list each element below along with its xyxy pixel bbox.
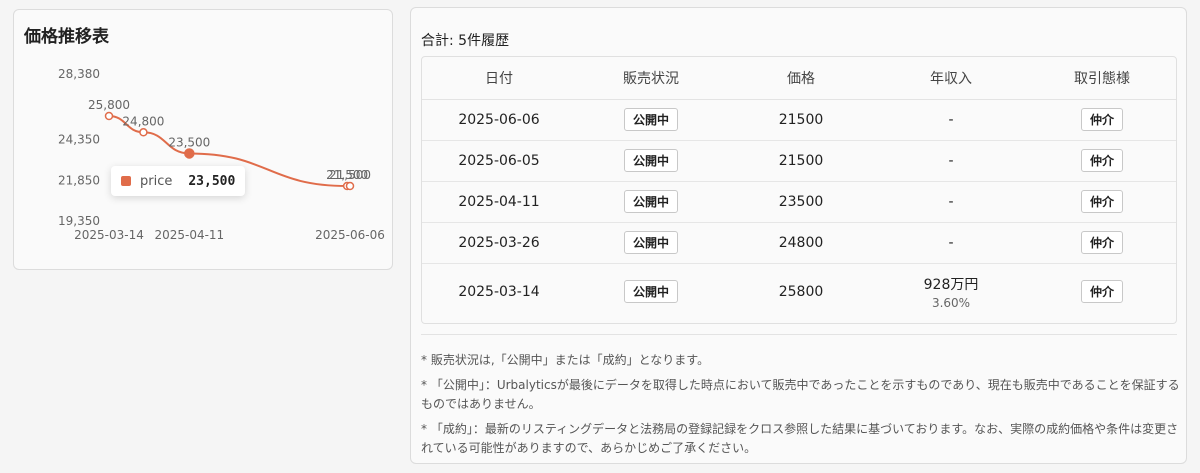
status-badge: 公開中 <box>623 149 678 172</box>
x-tick-label: 2025-03-14 <box>74 228 144 242</box>
row-price: 21500 <box>726 99 876 141</box>
data-point <box>139 128 148 137</box>
row-income: - <box>876 222 1026 264</box>
row-income: - <box>876 99 1026 141</box>
type-badge: 仲介 <box>1080 108 1123 131</box>
data-label: 21,500 <box>329 168 371 182</box>
type-badge: 仲介 <box>1080 280 1123 304</box>
row-income-yield: 3.60% <box>931 295 971 310</box>
table-row: 2025-03-26 公開中 24800 - 仲介 <box>422 222 1176 264</box>
row-income: - <box>876 181 1026 223</box>
table-row: 2025-06-05 公開中 21500 - 仲介 <box>422 140 1176 182</box>
data-label: 25,800 <box>88 98 130 112</box>
price-line-chart[interactable]: 28,380 24,350 21,850 19,3502025-03-14 2025-0… <box>14 10 394 271</box>
data-point <box>104 111 114 121</box>
data-point <box>345 181 355 191</box>
row-date: 2025-06-05 <box>422 140 576 182</box>
row-price: 23500 <box>726 181 876 223</box>
status-badge: 公開中 <box>623 231 678 254</box>
row-income: - <box>876 140 1026 182</box>
x-tick-label: 2025-04-11 <box>154 228 224 242</box>
data-label: 24,800 <box>122 114 164 128</box>
col-header-income[interactable]: 年収入 <box>876 57 1026 100</box>
row-income: 928万円 <box>923 276 979 293</box>
tooltip-value: 23,500 <box>188 173 236 189</box>
divider <box>421 334 1177 335</box>
y-tick-label: 19,350 <box>58 214 100 228</box>
row-date: 2025-03-26 <box>422 222 576 264</box>
data-point <box>184 148 195 159</box>
row-date: 2025-03-14 <box>458 283 540 300</box>
x-tick-label: 2025-06-06 <box>315 228 385 242</box>
table-row: 2025-04-11 公開中 23500 - 仲介 <box>422 181 1176 223</box>
price-history-card: 価格推移表 28,380 24,350 21,850 19,350 2025-03-14… <box>13 9 393 270</box>
row-price: 21500 <box>726 140 876 182</box>
table-row: 2025-06-06 公開中 21500 - 仲介 <box>422 99 1176 141</box>
col-header-price[interactable]: 価格 <box>726 57 876 100</box>
tooltip-swatch <box>121 176 131 186</box>
notes: * 販売状況は,「公開中」または「成約」となります。 * 「公開中」：Urbal… <box>421 351 1181 464</box>
note-status: * 販売状況は,「公開中」または「成約」となります。 <box>421 353 710 367</box>
status-badge: 公開中 <box>623 108 678 131</box>
type-badge: 仲介 <box>1080 231 1123 254</box>
status-badge: 公開中 <box>623 190 678 213</box>
table-header-row: 日付 販売状況 価格 年収入 取引態様 <box>422 57 1176 100</box>
col-header-date[interactable]: 日付 <box>422 57 576 100</box>
row-price: 24800 <box>726 222 876 264</box>
note-public: * 「公開中」：Urbalyticsが最後にデータを取得した時点において販売中で… <box>421 378 1180 411</box>
type-badge: 仲介 <box>1080 149 1123 172</box>
chart-tooltip: price 23,500 <box>111 166 245 196</box>
history-table: 日付 販売状況 価格 年収入 取引態様 2025-06-06 公開中 21500… <box>421 56 1177 324</box>
table-row: 2025-03-14 公開中 25800 928万円 3.60% 仲介 <box>422 263 1176 320</box>
col-header-status[interactable]: 販売状況 <box>576 57 726 100</box>
tooltip-label: price <box>140 173 173 189</box>
col-header-type[interactable]: 取引態様 <box>1026 57 1176 100</box>
status-badge: 公開中 <box>623 280 678 304</box>
total-count: 合計: 5件履歴 <box>421 33 510 49</box>
row-income-cell: 928万円 3.60% <box>876 263 1026 320</box>
y-tick-label: 28,380 <box>58 67 100 81</box>
row-date: 2025-04-11 <box>422 181 576 223</box>
row-price: 25800 <box>778 283 824 300</box>
type-badge: 仲介 <box>1080 190 1123 213</box>
row-date: 2025-06-06 <box>422 99 576 141</box>
history-card: 合計: 5件履歴 日付 販売状況 価格 年収入 取引態様 2025-06-06 … <box>410 7 1187 464</box>
note-contract: * 「成約」：最新のリスティングデータと法務局の登録記録をクロス参照した結果に基… <box>421 422 1179 455</box>
y-tick-label: 21,850 <box>58 173 100 187</box>
data-label: 23,500 <box>168 135 210 149</box>
y-tick-label: 24,350 <box>58 133 100 147</box>
